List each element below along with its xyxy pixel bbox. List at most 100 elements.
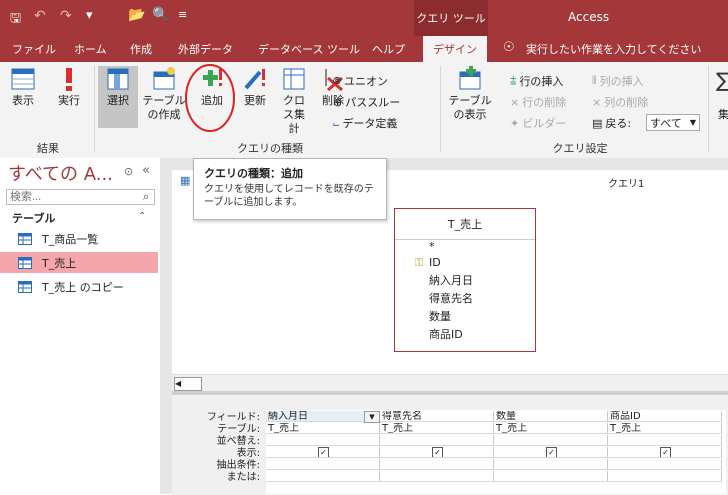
view-button[interactable]: 表示 [6, 66, 40, 124]
field-item[interactable]: 数量 [429, 308, 535, 326]
search-icon[interactable]: ⌕ [143, 190, 149, 204]
grid-show-cell[interactable]: ✓ [608, 447, 722, 458]
show-checkbox[interactable]: ✓ [318, 447, 329, 457]
nav-menu-chevron-icon[interactable]: ⊙ [124, 165, 133, 178]
totals-sigma-icon[interactable]: ∑ [716, 68, 728, 92]
grid-show-cell[interactable]: ✓ [380, 447, 494, 458]
insert-columns-button[interactable]: ⫴ 列の挿入 [592, 72, 644, 90]
insert-rows-icon: ⩲ [510, 74, 517, 87]
grid-row-label: 表示: [236, 448, 260, 459]
save-icon[interactable]: 🖫 [10, 9, 21, 31]
make-table-button[interactable]: テーブルの作成 [140, 66, 188, 124]
grid-sort-cell[interactable] [266, 435, 380, 446]
field-item[interactable]: 得意先名 [429, 290, 535, 308]
datasheet-view-icon [11, 68, 35, 90]
tab-external-data[interactable]: 外部データ [178, 36, 233, 62]
nav-search-input[interactable] [6, 189, 155, 205]
grid-sort-cell[interactable] [608, 435, 722, 446]
ribbon-separator [440, 66, 441, 152]
show-checkbox[interactable]: ✓ [546, 447, 557, 457]
grid-criteria-cell[interactable] [608, 459, 722, 470]
field-item-key[interactable]: ⚿ ID [415, 254, 535, 272]
builder-button[interactable]: ✦ ビルダー [510, 114, 566, 132]
show-checkbox[interactable]: ✓ [432, 447, 443, 457]
grid-or-cell[interactable] [608, 471, 722, 482]
grid-criteria-cell[interactable] [494, 459, 608, 470]
tab-create[interactable]: 作成 [130, 36, 152, 62]
grid-field-cell[interactable]: 数量 [494, 411, 608, 422]
section-collapse-icon[interactable]: ⌃ [138, 211, 146, 222]
nav-item-table[interactable]: T_商品一覧 [0, 228, 158, 249]
nav-pane-title[interactable]: すべての A... [8, 160, 113, 186]
delete-rows-label: 行の削除 [522, 96, 567, 109]
tab-database-tools[interactable]: データベース ツール [258, 36, 360, 62]
grid-show-cell[interactable]: ✓ [266, 447, 380, 458]
undo-icon[interactable]: ↶ [34, 8, 46, 24]
crosstab-query-icon [283, 68, 305, 90]
quick-access-icon[interactable]: ▾ [86, 8, 93, 23]
return-value-select[interactable]: すべて ▼ [646, 114, 700, 131]
update-query-label: 更新 [244, 94, 266, 107]
make-table-label: テーブルの作成 [142, 94, 186, 121]
run-button[interactable]: 実行 [52, 66, 86, 124]
grid-show-cell[interactable]: ✓ [494, 447, 608, 458]
return-label-group: ▤ 戻る: [592, 114, 631, 132]
customize-qat-icon[interactable]: ≡ [178, 8, 187, 21]
union-query-button[interactable]: ⦾ ユニオン [333, 72, 388, 90]
grid-sort-cell[interactable] [494, 435, 608, 446]
select-query-button[interactable]: 選択 [100, 66, 136, 124]
field-item[interactable]: 商品ID [429, 326, 535, 344]
redo-icon[interactable]: ↷ [60, 8, 72, 24]
delete-rows-icon: ⨯ [510, 95, 520, 109]
field-item[interactable]: * [429, 241, 535, 254]
builder-label: ビルダー [522, 117, 567, 130]
nav-item-table[interactable]: T_売上 のコピー [0, 276, 158, 297]
table-field-list[interactable]: T_売上 * ⚿ ID 納入月日 得意先名 数量 商品ID [394, 208, 536, 352]
show-checkbox[interactable]: ✓ [660, 447, 671, 457]
tab-help[interactable]: ヘルプ [372, 36, 405, 62]
field-item[interactable]: 納入月日 [429, 272, 535, 290]
nav-section-tables[interactable]: テーブル [12, 210, 55, 226]
print-preview-icon[interactable]: 🔍 [152, 7, 169, 23]
delete-columns-button[interactable]: ⨯ 列の削除 [592, 93, 648, 111]
grid-table-cell[interactable]: T_売上 [380, 423, 494, 434]
tell-me-input[interactable]: 実行したい作業を入力してください [526, 36, 701, 62]
scroll-left-icon[interactable]: ◀ [174, 377, 202, 391]
grid-table-cell[interactable]: T_売上 [608, 423, 722, 434]
grid-or-cell[interactable] [494, 471, 608, 482]
grid-field-cell[interactable]: 商品ID [608, 411, 722, 422]
grid-field-cell[interactable]: 納入月日 [266, 411, 380, 422]
delete-columns-icon: ⨯ [592, 95, 602, 109]
chevron-down-icon[interactable]: ▼ [364, 411, 380, 423]
grid-criteria-cell[interactable] [266, 459, 380, 470]
crosstab-query-button[interactable]: クロス集計 [276, 66, 312, 135]
update-query-button[interactable]: 更新 [238, 66, 272, 124]
data-definition-icon: ⨽ [333, 116, 340, 129]
passthrough-query-button[interactable]: ⊕ パススルー [333, 93, 400, 111]
grid-table-cell[interactable]: T_売上 [266, 423, 380, 434]
query-setup-group-label: クエリ設定 [552, 142, 608, 155]
show-table-label: テーブルの表示 [448, 94, 492, 121]
data-definition-button[interactable]: ⨽ データ定義 [333, 114, 397, 132]
grid-row-label: フィールド: [206, 412, 260, 423]
grid-sort-cell[interactable] [380, 435, 494, 446]
tab-home[interactable]: ホーム [74, 36, 107, 62]
grid-table-cell[interactable]: T_売上 [494, 423, 608, 434]
tab-design[interactable]: デザイン [423, 36, 487, 62]
tab-file[interactable]: ファイル [12, 36, 56, 62]
open-folder-icon[interactable]: 📂 [128, 7, 145, 23]
grid-criteria-cell[interactable] [380, 459, 494, 470]
run-button-label: 実行 [58, 94, 80, 107]
grid-or-cell[interactable] [266, 471, 380, 482]
context-tools-label: クエリ ツール [414, 0, 488, 36]
grid-field-cell[interactable]: 得意先名 [380, 411, 494, 422]
delete-rows-button[interactable]: ⨯ 行の削除 [510, 93, 566, 111]
show-table-button[interactable]: テーブルの表示 [444, 66, 496, 124]
horizontal-scrollbar[interactable]: ◀ [172, 374, 728, 392]
grid-or-cell[interactable] [380, 471, 494, 482]
insert-rows-button[interactable]: ⩲ 行の挿入 [510, 72, 563, 90]
nav-item-table-selected[interactable]: T_売上 [0, 252, 158, 273]
data-definition-label: データ定義 [342, 117, 398, 130]
collapse-pane-icon[interactable]: « [142, 163, 150, 178]
field-label: ID [429, 256, 441, 269]
